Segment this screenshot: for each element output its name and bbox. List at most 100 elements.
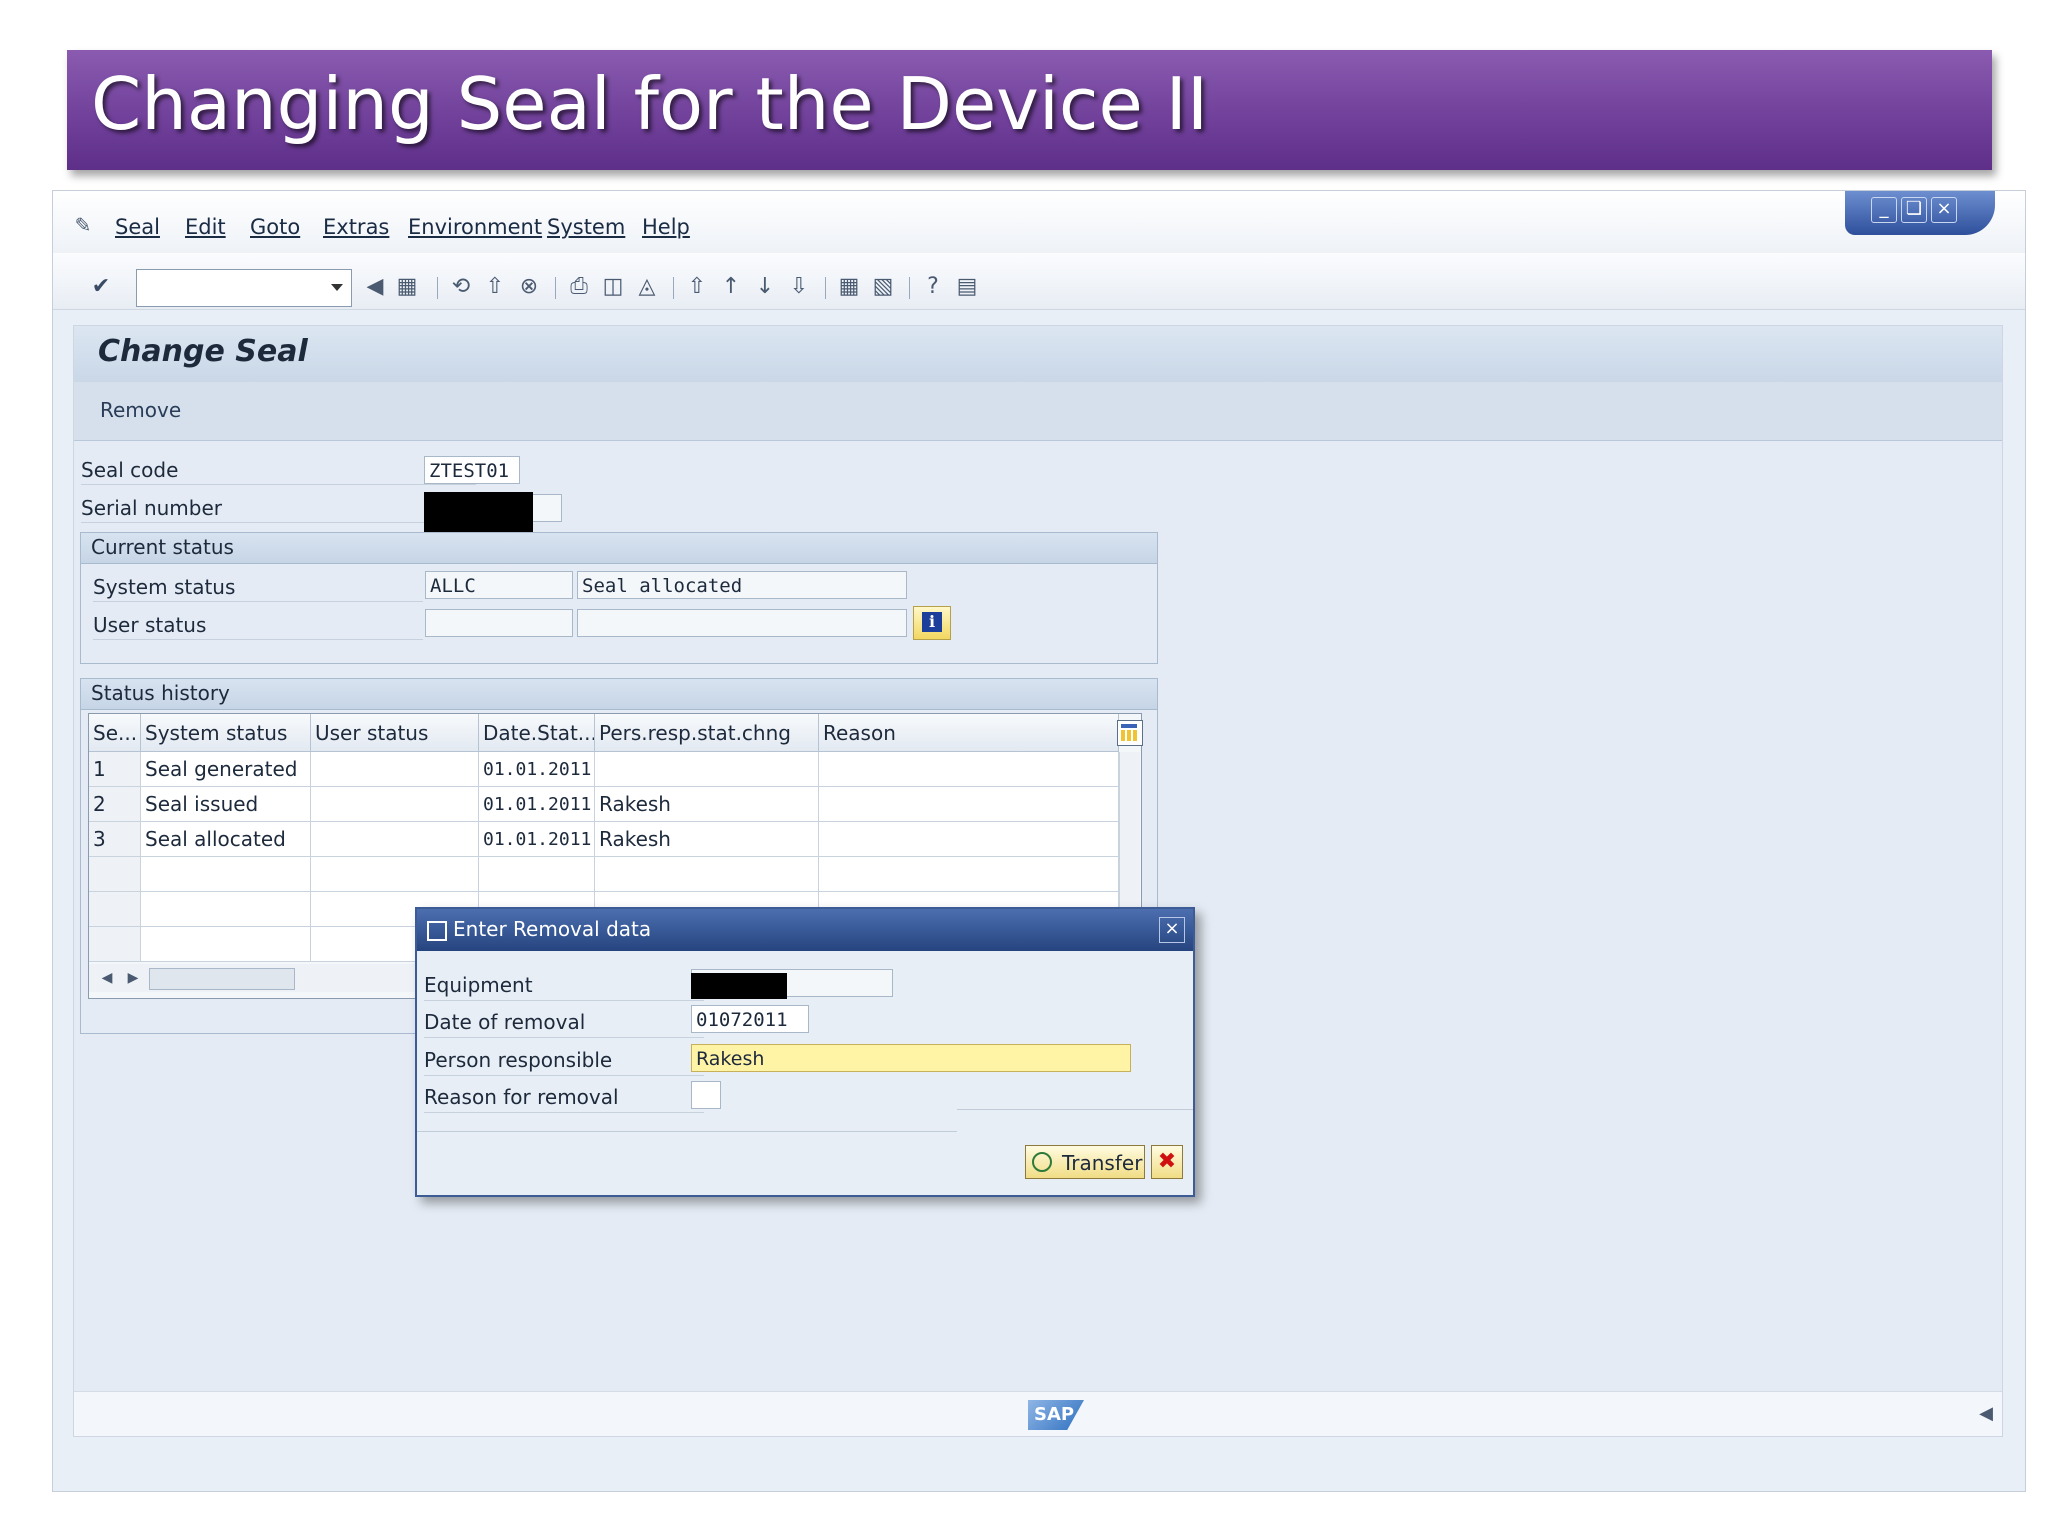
save-icon[interactable]: ▦ [395, 275, 419, 299]
seal-code-field[interactable]: ZTEST01 [424, 456, 520, 484]
exit-icon[interactable]: ⇧ [483, 275, 507, 299]
menu-help[interactable]: Help [642, 215, 690, 239]
table-row-user-status[interactable] [311, 787, 479, 822]
find-icon[interactable]: ◫ [601, 275, 625, 299]
status-bar-arrow-icon[interactable]: ◀ [1974, 1402, 1998, 1426]
enter-check-icon[interactable]: ✔ [89, 275, 113, 299]
scroll-thumb[interactable] [149, 968, 295, 990]
table-row-user-status[interactable] [311, 752, 479, 787]
shortcut-icon[interactable]: ▧ [871, 275, 895, 299]
column-header-seq[interactable]: Se... [89, 714, 141, 752]
menu-edit[interactable]: Edit [185, 215, 226, 239]
cancel-button[interactable]: ✖ [1151, 1145, 1183, 1179]
back-arrow-icon[interactable]: ◀ [363, 275, 387, 299]
table-row-system-status[interactable]: Seal generated [141, 752, 311, 787]
table-row-user-status[interactable] [311, 822, 479, 857]
command-field[interactable] [136, 269, 352, 307]
user-status-info-button[interactable]: i [913, 606, 951, 640]
column-header-user-status[interactable]: User status [311, 714, 479, 752]
table-row-system-status[interactable]: Seal issued [141, 787, 311, 822]
system-status-code-field: ALLC [425, 571, 573, 599]
table-row-person[interactable]: Rakesh [595, 822, 819, 857]
status-history-title: Status history [91, 681, 230, 705]
layout-menu-icon[interactable]: ▤ [955, 275, 979, 299]
help-icon[interactable]: ? [921, 275, 945, 299]
table-row-person[interactable] [595, 752, 819, 787]
window-controls: _ ❏ × [1845, 191, 1995, 235]
field-underline [81, 522, 476, 523]
date-of-removal-field[interactable]: 01072011 [691, 1005, 809, 1033]
back-icon[interactable]: ⟲ [449, 275, 473, 299]
column-header-date[interactable]: Date.Stat.... [479, 714, 595, 752]
menu-system[interactable]: System [547, 215, 625, 239]
previous-page-icon[interactable]: ↑ [719, 275, 743, 299]
close-icon[interactable]: × [1931, 197, 1957, 223]
user-status-text-field [577, 609, 907, 637]
menu-environment[interactable]: Environment [408, 215, 542, 239]
table-row-date[interactable]: 01.01.2011 [479, 822, 595, 857]
menu-bar: ✎ Seal Edit Goto Extras Environment Syst… [53, 191, 2025, 254]
table-row-empty[interactable] [479, 857, 595, 892]
next-page-icon[interactable]: ↓ [753, 275, 777, 299]
table-row-empty[interactable] [141, 892, 311, 927]
menu-seal[interactable]: Seal [115, 215, 160, 239]
horizontal-scrollbar[interactable]: ◀ ▶ [89, 964, 419, 992]
menu-system-icon[interactable]: ✎ [71, 213, 95, 237]
title-bar: Change Seal [74, 326, 2002, 383]
table-row-reason[interactable] [819, 752, 1119, 787]
column-header-system-status[interactable]: System status [141, 714, 311, 752]
person-responsible-label: Person responsible [424, 1048, 613, 1072]
table-row-seq[interactable]: 3 [89, 822, 141, 857]
scroll-left-icon[interactable]: ◀ [95, 966, 119, 990]
first-page-icon[interactable]: ⇧ [685, 275, 709, 299]
menu-extras[interactable]: Extras [323, 215, 389, 239]
table-row-date[interactable]: 01.01.2011 [479, 752, 595, 787]
table-row-empty[interactable] [141, 857, 311, 892]
chevron-down-icon[interactable] [331, 284, 343, 291]
scroll-right-icon[interactable]: ▶ [121, 966, 145, 990]
table-row-seq[interactable]: 2 [89, 787, 141, 822]
slide-title: Changing Seal for the Device II [91, 62, 1209, 146]
minimize-icon[interactable]: _ [1871, 197, 1897, 223]
new-session-icon[interactable]: ▦ [837, 275, 861, 299]
table-row-empty[interactable] [89, 857, 141, 892]
table-row-empty[interactable] [89, 927, 141, 962]
serial-number-redaction [424, 492, 533, 534]
restore-icon[interactable]: ❏ [1901, 197, 1927, 223]
system-status-text-field: Seal allocated [577, 571, 907, 599]
remove-button[interactable]: Remove [100, 398, 181, 422]
table-row-empty[interactable] [819, 857, 1119, 892]
standard-toolbar: ✔ ◀ ▦ ⟲ ⇧ ⊗ ⎙ ◫ ◬ ⇧ ↑ ↓ ⇩ ▦ ▧ ? ▤ [53, 253, 2025, 310]
table-row-empty[interactable] [89, 892, 141, 927]
toolbar-separator [555, 277, 556, 299]
field-underline [424, 1000, 704, 1001]
dialog-footer-divider [417, 1131, 957, 1132]
table-row-empty[interactable] [595, 857, 819, 892]
table-row-system-status[interactable]: Seal allocated [141, 822, 311, 857]
menu-goto[interactable]: Goto [250, 215, 300, 239]
dialog-title-bar: Enter Removal data × [417, 909, 1193, 951]
cancel-icon[interactable]: ⊗ [517, 275, 541, 299]
current-status-group: Current status System status ALLC Seal a… [80, 532, 1158, 664]
print-icon[interactable]: ⎙ [567, 275, 591, 299]
reason-for-removal-field[interactable] [691, 1081, 721, 1109]
table-row-seq[interactable]: 1 [89, 752, 141, 787]
slide-banner: Changing Seal for the Device II [67, 50, 1992, 170]
person-responsible-field[interactable]: Rakesh [691, 1044, 1131, 1072]
find-next-icon[interactable]: ◬ [635, 275, 659, 299]
transfer-button[interactable]: Transfer [1025, 1145, 1145, 1179]
column-header-reason[interactable]: Reason [819, 714, 1119, 752]
table-row-person[interactable]: Rakesh [595, 787, 819, 822]
dialog-close-icon[interactable]: × [1159, 917, 1185, 943]
column-header-person[interactable]: Pers.resp.stat.chng [595, 714, 819, 752]
table-row-empty[interactable] [311, 857, 479, 892]
column-configuration-icon[interactable] [1117, 720, 1143, 746]
sap-window: ✎ Seal Edit Goto Extras Environment Syst… [52, 190, 2026, 1492]
table-row-empty[interactable] [141, 927, 311, 962]
last-page-icon[interactable]: ⇩ [787, 275, 811, 299]
table-row-date[interactable]: 01.01.2011 [479, 787, 595, 822]
table-row-reason[interactable] [819, 822, 1119, 857]
page-title: Change Seal [98, 334, 308, 369]
dialog-footer-divider [957, 1109, 1193, 1110]
table-row-reason[interactable] [819, 787, 1119, 822]
